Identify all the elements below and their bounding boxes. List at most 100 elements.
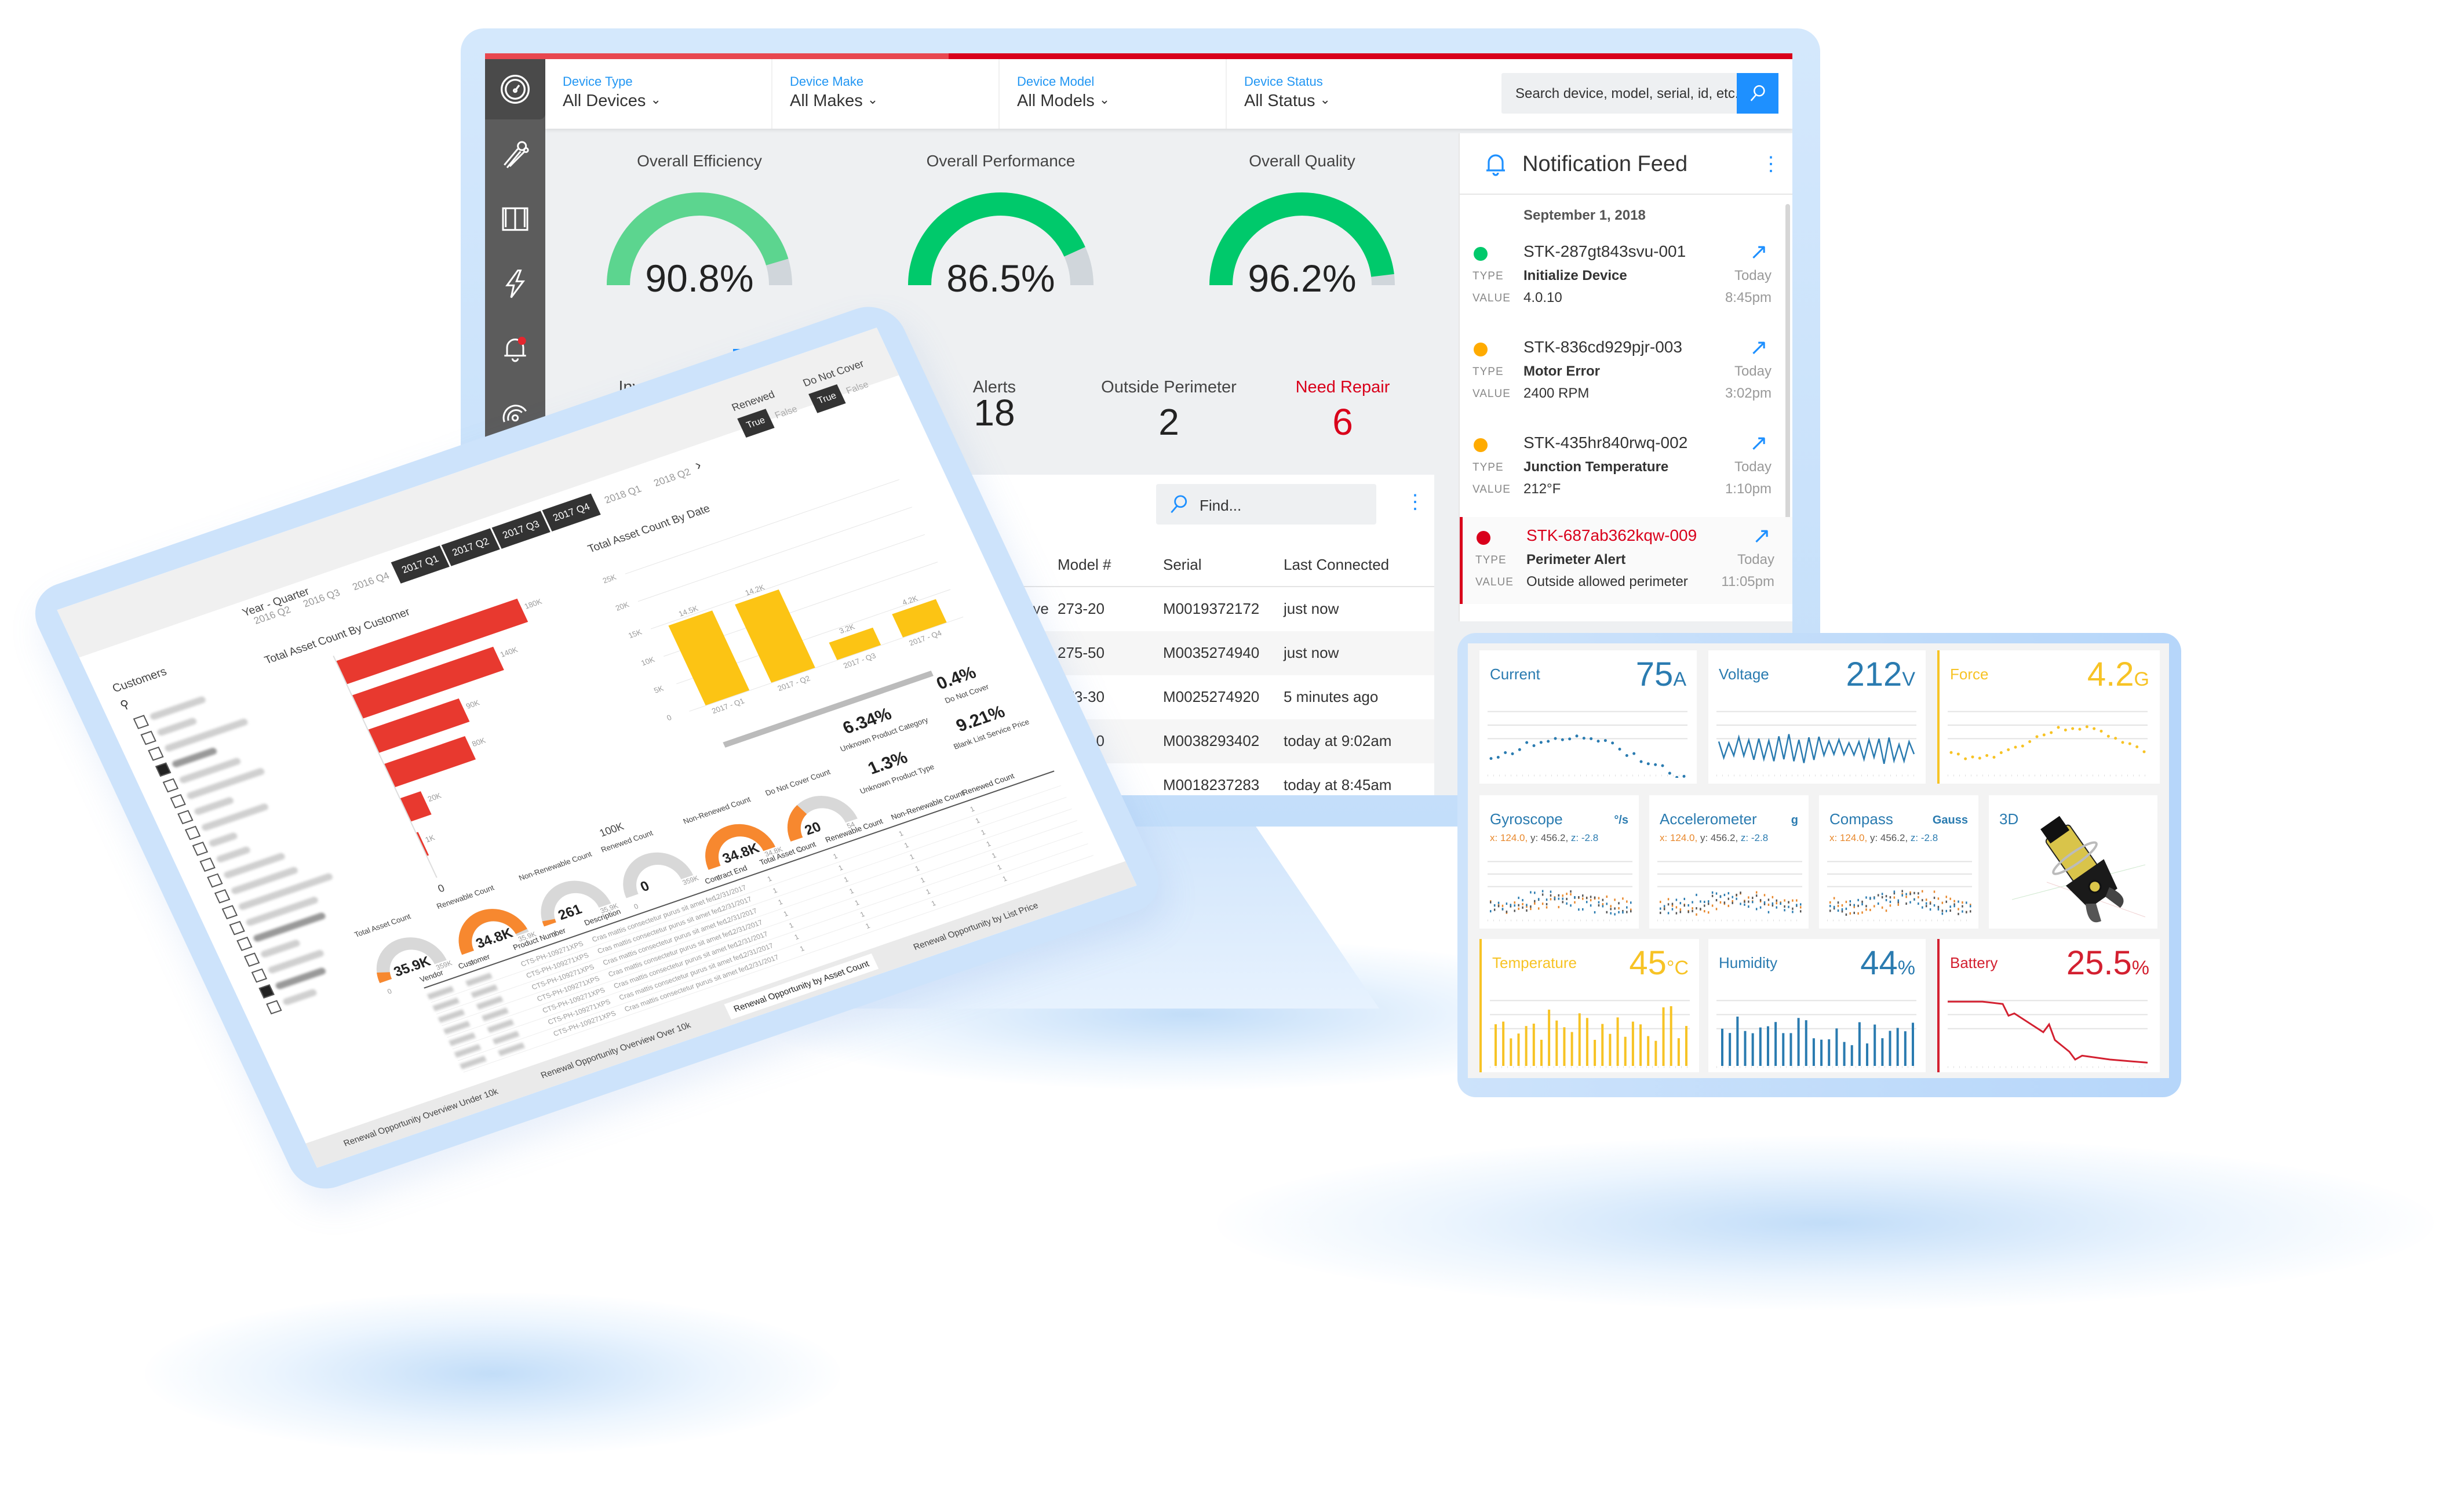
customer-checkbox[interactable] <box>251 968 268 983</box>
filter-device-model[interactable]: Device Model All Models <box>1000 59 1227 129</box>
feed-more-menu-icon[interactable]: ⋮ <box>1761 154 1781 174</box>
quarter-chip[interactable]: 2016 Q4 <box>342 563 400 601</box>
data-point <box>1618 902 1620 905</box>
customer-checkbox[interactable] <box>133 715 150 730</box>
filter-device-type[interactable]: Device Type All Devices <box>545 59 772 129</box>
data-point <box>1618 907 1620 909</box>
sensor-tile-humidity[interactable]: Humidity 44% <box>1708 939 1926 1072</box>
quarter-chip-selected[interactable]: 2017 Q1 <box>391 545 450 584</box>
data-point <box>1700 900 1701 903</box>
notification-item[interactable]: STK-836cd929pjr-003 ↗ TYPE Motor Error T… <box>1460 333 1790 429</box>
customer-checkbox[interactable] <box>184 825 201 840</box>
data-point <box>1598 904 1600 907</box>
search-button[interactable] <box>1737 73 1778 114</box>
sidebar-item-dashboard[interactable] <box>485 59 545 119</box>
customer-checkbox[interactable] <box>162 778 179 793</box>
bar <box>1670 1006 1672 1066</box>
feed-title: Notification Feed <box>1522 152 1688 176</box>
open-arrow-icon[interactable]: ↗ <box>1749 430 1768 456</box>
sensor-tile-accelerometer[interactable]: Accelerometer g x: 124.0, y: 456.2, z: -… <box>1649 795 1809 929</box>
gauge-overall-efficiency: Overall Efficiency 90.8% <box>584 152 815 320</box>
customer-checkbox[interactable] <box>177 810 194 825</box>
data-point <box>1660 911 1661 914</box>
sensor-tile-temperature[interactable]: Temperature 45°C <box>1479 939 1699 1072</box>
sensor-tile-gyroscope[interactable]: Gyroscope °/s x: 124.0, y: 456.2, z: -2.… <box>1479 795 1639 929</box>
tab-outside-perimeter[interactable]: Outside Perimeter 2 <box>1082 349 1256 465</box>
filter-value[interactable]: All Status <box>1244 92 1331 111</box>
date-bar[interactable] <box>668 610 750 705</box>
customer-name-blurred <box>193 796 235 816</box>
column-header-model[interactable]: Model # <box>1058 556 1111 574</box>
open-arrow-icon[interactable]: ↗ <box>1749 239 1768 265</box>
notification-item-alert[interactable]: STK-687ab362kqw-009 ↗ TYPE Perimeter Ale… <box>1460 517 1792 604</box>
data-point <box>1554 737 1557 740</box>
data-point <box>1590 904 1592 907</box>
y-tick-label: 25K <box>601 572 618 585</box>
quarter-chip[interactable]: 2018 Q1 <box>593 476 652 514</box>
data-point <box>1905 896 1907 898</box>
sensor-tile-3d[interactable]: 3D <box>1989 795 2157 929</box>
customer-checkbox[interactable] <box>207 873 223 888</box>
customer-search-icon[interactable]: ⚲ <box>118 697 132 713</box>
data-point <box>1956 752 1960 756</box>
date-bar[interactable] <box>735 589 815 683</box>
customer-checkbox[interactable] <box>170 794 186 809</box>
customer-checkbox[interactable] <box>140 730 156 745</box>
value-label: VALUE <box>1475 576 1514 588</box>
notification-item[interactable]: STK-287gt843svu-001 ↗ TYPE Initialize De… <box>1460 238 1790 333</box>
data-point <box>1590 899 1592 902</box>
customer-checkbox[interactable] <box>199 857 216 872</box>
customer-checkbox[interactable] <box>148 746 164 761</box>
sensor-tile-force[interactable]: Force 4.2G <box>1937 650 2160 784</box>
device-search-input[interactable]: Search device, model, serial, id, etc... <box>1501 73 1778 114</box>
customer-checkbox[interactable] <box>229 920 245 935</box>
notification-type: Initialize Device <box>1523 268 1627 283</box>
bar-data-label: 180K <box>523 597 544 611</box>
sidebar-item-tools[interactable] <box>485 124 545 184</box>
customer-checkbox[interactable] <box>243 952 260 967</box>
quarter-chip[interactable]: 2016 Q3 <box>292 580 351 618</box>
sensor-xyz: x: 124.0, y: 456.2, z: -2.8 <box>1490 832 1598 844</box>
bell-icon <box>504 337 526 362</box>
customer-checkbox-checked[interactable] <box>258 984 275 999</box>
open-arrow-icon[interactable]: ↗ <box>1749 334 1768 361</box>
quarter-chip-selected[interactable]: 2017 Q4 <box>542 493 601 532</box>
sensor-tile-voltage[interactable]: Voltage 212V <box>1708 650 1926 784</box>
data-point <box>1489 757 1493 760</box>
customer-checkbox[interactable] <box>221 905 238 920</box>
data-point <box>1763 894 1766 897</box>
customer-checkbox[interactable] <box>214 889 231 904</box>
data-point <box>1578 908 1580 911</box>
sensor-tile-compass[interactable]: Compass Gauss x: 124.0, y: 456.2, z: -2.… <box>1819 795 1978 929</box>
sidebar-item-alerts[interactable] <box>485 319 545 379</box>
data-point <box>1901 894 1903 897</box>
filter-device-make[interactable]: Device Make All Makes <box>772 59 1000 129</box>
notification-item[interactable]: STK-435hr840rwq-002 ↗ TYPE Junction Temp… <box>1460 429 1790 525</box>
customer-checkbox-checked[interactable] <box>155 762 172 777</box>
open-arrow-icon[interactable]: ↗ <box>1752 523 1771 549</box>
table-find-input[interactable]: Find... <box>1156 484 1376 525</box>
quarter-chip[interactable]: 2018 Q2 <box>643 458 702 497</box>
sensor-tile-current[interactable]: Current 75A <box>1479 650 1697 784</box>
bar <box>1881 1038 1884 1066</box>
data-point <box>1861 900 1863 903</box>
current-sparkline <box>1488 711 1687 778</box>
quarter-chip-selected[interactable]: 2017 Q3 <box>491 511 551 549</box>
data-point <box>1501 904 1504 907</box>
quarter-chip-selected[interactable]: 2017 Q2 <box>441 528 500 566</box>
filter-value[interactable]: All Models <box>1017 92 1110 111</box>
sensor-tile-battery[interactable]: Battery 25.5% <box>1937 939 2160 1072</box>
sidebar-item-docs[interactable] <box>485 189 545 249</box>
notification-day: Today <box>1734 459 1772 475</box>
filter-value[interactable]: All Makes <box>790 92 878 111</box>
customer-checkbox[interactable] <box>266 1000 282 1015</box>
column-header-serial[interactable]: Serial <box>1163 556 1201 574</box>
table-more-menu-icon[interactable]: ⋮ <box>1405 492 1425 512</box>
customer-checkbox[interactable] <box>192 842 209 856</box>
filter-device-status[interactable]: Device Status All Status <box>1227 59 1453 129</box>
tab-need-repair[interactable]: Need Repair 6 <box>1256 349 1430 465</box>
filter-value[interactable]: All Devices <box>563 92 661 111</box>
sidebar-item-power[interactable] <box>485 254 545 314</box>
customer-checkbox[interactable] <box>236 937 253 951</box>
column-header-last-connected[interactable]: Last Connected <box>1284 556 1389 574</box>
